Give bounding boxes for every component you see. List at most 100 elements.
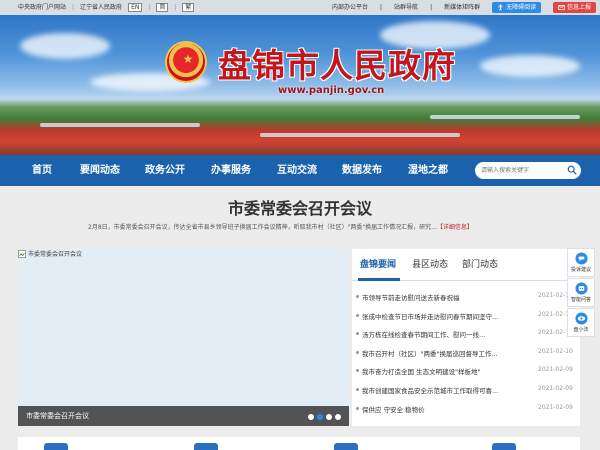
nav-item-interaction[interactable]: 互动交流: [277, 155, 317, 186]
news-item-title[interactable]: 我市召开村（社区）"两委"换届巡回督导工作...: [362, 348, 532, 358]
service-strip: [18, 437, 580, 450]
nav-item-data[interactable]: 数据发布: [342, 155, 382, 186]
divider: |: [174, 4, 177, 11]
intranet-link[interactable]: 内部办公平台: [332, 0, 368, 15]
news-item[interactable]: 保供应 守安全 稳物价 2021-02-09: [352, 401, 580, 420]
accessible-reading-label: 无障碍阅读: [506, 4, 537, 11]
eye-icon: [574, 312, 588, 325]
central-portal-link[interactable]: 中央政府门户网站: [18, 0, 66, 15]
service-icon[interactable]: [44, 443, 68, 450]
pan-xiaofa-button[interactable]: 盘小法: [567, 308, 595, 337]
tab-department-news[interactable]: 部门动态: [462, 257, 498, 270]
nav-item-services[interactable]: 办事服务: [211, 155, 251, 186]
news-item[interactable]: 张成中检查节日市场并走访慰问春节期间坚守... 2021-02-10: [352, 308, 580, 327]
bullet-icon: [356, 313, 359, 317]
banner-cloud: [20, 33, 110, 59]
nav-item-gov-affairs[interactable]: 政务公开: [145, 155, 185, 186]
banner-water-channel: [40, 123, 200, 127]
news-panel: 盘锦要闻 县区动态 部门动态 市领导节前走访慰问送去新春祝福 2021-02-10…: [352, 249, 580, 426]
slide-image-placeholder: 市委常委会召开会议: [18, 249, 82, 258]
banner-water-channel: [260, 133, 460, 137]
site-nav-link[interactable]: 站群导航: [394, 0, 418, 15]
chat-icon: [574, 252, 588, 265]
news-item[interactable]: 我市创建国家食品安全示范城市工作取得可喜... 2021-02-09: [352, 382, 580, 401]
service-icon[interactable]: [492, 443, 516, 450]
slide-dot[interactable]: [335, 414, 341, 420]
side-toolbar: 投诉建议 智能问答 盘小法: [567, 248, 595, 338]
headline-summary: 2月8日，市委常委会召开会议，传达全省市县乡领导班子换届工作会议精神，听取我市村…: [88, 222, 558, 231]
bullet-icon: [356, 406, 359, 410]
news-item[interactable]: 我市召开村（社区）"两委"换届巡回督导工作... 2021-02-10: [352, 345, 580, 364]
top-bar-left: 中央政府门户网站 | 辽宁省人民政府 EN | 简 | 繁: [18, 0, 195, 15]
search-icon[interactable]: [567, 165, 577, 175]
divider: |: [430, 4, 433, 11]
slide-dot[interactable]: [326, 414, 332, 420]
province-portal-link[interactable]: 辽宁省人民政府: [80, 0, 122, 15]
slide-alt-text: 市委常委会召开会议: [28, 251, 83, 258]
active-tab-indicator: [358, 278, 400, 281]
lang-en-button[interactable]: EN: [128, 3, 143, 12]
nav-item-home[interactable]: 首页: [32, 155, 52, 186]
slide-caption[interactable]: 市委常委会召开会议: [18, 406, 349, 426]
news-slideshow[interactable]: 市委常委会召开会议 市委常委会召开会议: [18, 249, 349, 426]
search-input[interactable]: [475, 162, 581, 179]
header-banner: ★ 盘锦市人民政府 www.panjin.gov.cn: [0, 15, 600, 155]
accessibility-icon: [498, 4, 503, 11]
new-media-link[interactable]: 新媒体矩阵群: [444, 0, 480, 15]
bullet-icon: [356, 332, 359, 336]
robot-icon: [574, 282, 588, 295]
news-item-date: 2021-02-09: [538, 366, 573, 374]
news-item-title[interactable]: 我市创建国家食品安全示范城市工作取得可喜...: [362, 385, 532, 395]
bullet-icon: [356, 388, 359, 391]
smart-qa-button[interactable]: 智能问答: [567, 278, 595, 307]
news-tabs: 盘锦要闻 县区动态 部门动态: [352, 249, 580, 281]
divider: |: [148, 4, 151, 11]
accessible-reading-button[interactable]: 无障碍阅读: [492, 2, 542, 13]
info-report-label: 信息上报: [567, 4, 592, 11]
news-item-date: 2021-02-10: [538, 347, 573, 355]
news-item[interactable]: 汤方栋在线检查春节期间工作、慰问一线... 2021-02-10: [352, 326, 580, 345]
top-bar: 中央政府门户网站 | 辽宁省人民政府 EN | 简 | 繁 内部办公平台 | 站…: [0, 0, 600, 15]
bullet-icon: [356, 350, 359, 354]
banner-cloud: [480, 55, 580, 77]
nav-item-wetland[interactable]: 湿地之都: [408, 155, 448, 186]
slide-dot[interactable]: [308, 414, 314, 420]
emblem-star-icon: ★: [182, 52, 194, 66]
news-item-title[interactable]: 汤方栋在线检查春节期间工作、慰问一线...: [362, 329, 532, 339]
nav-item-news[interactable]: 要闻动态: [80, 155, 120, 186]
top-bar-right: 内部办公平台 | 站群导航 | 新媒体矩阵群 无障碍阅读 信息上报: [332, 0, 597, 15]
bullet-icon: [356, 295, 359, 298]
service-icon[interactable]: [194, 443, 218, 450]
tab-county-news[interactable]: 县区动态: [412, 257, 448, 270]
info-report-button[interactable]: 信息上报: [553, 2, 597, 13]
lang-traditional-button[interactable]: 繁: [182, 3, 195, 12]
page: 中央政府门户网站 | 辽宁省人民政府 EN | 简 | 繁 内部办公平台 | 站…: [0, 0, 600, 450]
headline-more-link[interactable]: 【详细信息】: [437, 224, 473, 231]
service-icon[interactable]: [334, 443, 358, 450]
lang-simplified-button[interactable]: 简: [156, 3, 169, 12]
banner-water-channel: [430, 115, 580, 119]
tab-panjin-news[interactable]: 盘锦要闻: [360, 257, 396, 270]
broken-image-icon: [18, 249, 26, 258]
headline-title[interactable]: 市委常委会召开会议: [0, 195, 600, 219]
news-item[interactable]: 市领导节前走访慰问送去新春祝福 2021-02-10: [352, 289, 580, 308]
headline-summary-text: 2月8日，市委常委会召开会议，传达全省市县乡领导班子换届工作会议精神，听取我市村…: [88, 224, 437, 231]
news-item-title[interactable]: 我市奋力打造全国 生态文明建设"样板地": [362, 366, 532, 376]
complaint-label: 投诉建议: [570, 267, 591, 273]
slide-dot[interactable]: [317, 414, 323, 420]
news-item-title[interactable]: 张成中检查节日市场并走访慰问春节期间坚守...: [362, 311, 532, 321]
site-url: www.panjin.gov.cn: [278, 85, 385, 96]
pan-xiaofa-label: 盘小法: [573, 327, 589, 333]
divider: |: [72, 4, 75, 11]
mail-icon: [558, 5, 565, 10]
bullet-icon: [356, 369, 359, 373]
news-item-title[interactable]: 保供应 守安全 稳物价: [362, 404, 532, 414]
headline-section: 市委常委会召开会议 2月8日，市委常委会召开会议，传达全省市县乡领导班子换届工作…: [0, 186, 600, 244]
divider: |: [380, 4, 383, 11]
national-emblem-icon: ★: [165, 41, 207, 83]
news-item[interactable]: 我市奋力打造全国 生态文明建设"样板地" 2021-02-09: [352, 363, 580, 382]
complaint-button[interactable]: 投诉建议: [567, 248, 595, 277]
news-item-title[interactable]: 市领导节前走访慰问送去新春祝福: [362, 292, 532, 302]
site-title: 盘锦市人民政府: [218, 46, 456, 85]
news-item-date: 2021-02-09: [538, 403, 573, 411]
